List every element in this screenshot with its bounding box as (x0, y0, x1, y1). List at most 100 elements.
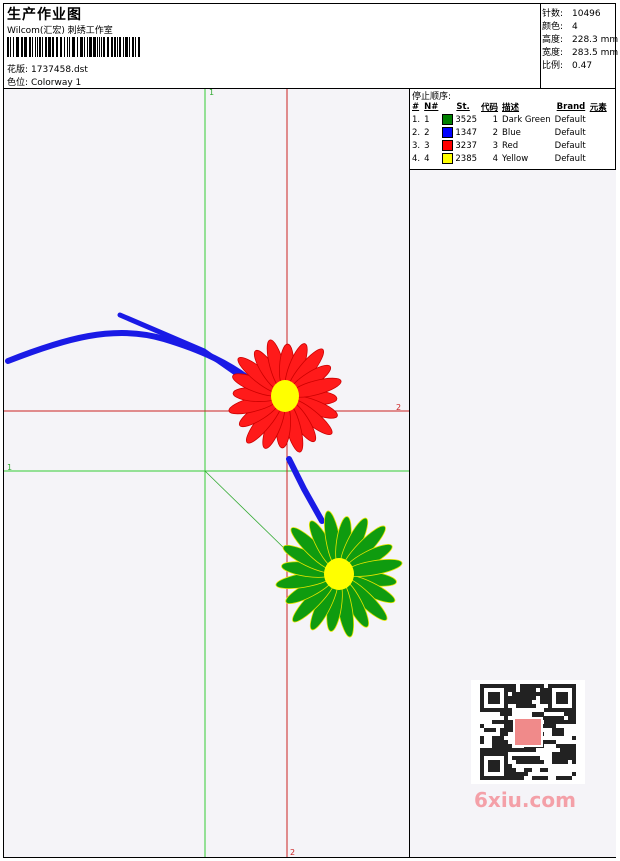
qr-module (520, 776, 524, 780)
row-element (588, 139, 609, 152)
qr-module (564, 752, 568, 756)
qr-module (504, 708, 508, 712)
qr-module (556, 732, 560, 736)
qr-module (504, 764, 508, 768)
qr-module (544, 716, 548, 720)
qr-module (524, 704, 528, 708)
qr-module (556, 692, 560, 696)
qr-module (504, 728, 508, 732)
qr-module (568, 752, 572, 756)
qr-module (488, 776, 492, 780)
qr-module (488, 764, 492, 768)
qr-module (496, 740, 500, 744)
barcode-bar (123, 37, 124, 57)
guide-label-h2: 2 (396, 403, 401, 412)
barcode-bar (37, 37, 38, 57)
row-index: 3. (412, 140, 421, 151)
qr-module (480, 724, 484, 728)
qr-module (548, 740, 552, 744)
qr-module (560, 760, 564, 764)
qr-module (572, 696, 576, 700)
qr-module (524, 748, 528, 752)
qr-module (532, 756, 536, 760)
qr-module (504, 712, 508, 716)
qr-module (520, 700, 524, 704)
stem-lower (286, 456, 325, 524)
qr-module (520, 756, 524, 760)
qr-module (492, 776, 496, 780)
width-value: 283.5 mm (572, 48, 619, 58)
qr-module (524, 696, 528, 700)
qr-module (544, 708, 548, 712)
qr-module (488, 760, 492, 764)
qr-module (504, 696, 508, 700)
qr-module (528, 704, 532, 708)
qr-module (560, 732, 564, 736)
qr-module (512, 700, 516, 704)
qr-module (520, 704, 524, 708)
design-row: 花版: 1737458.dst (7, 62, 88, 75)
qr-module (516, 696, 520, 700)
qr-module (568, 716, 572, 720)
qr-module (500, 684, 504, 688)
qr-module (480, 700, 484, 704)
barcode-bar (13, 37, 14, 57)
qr-module (492, 720, 496, 724)
qr-module (548, 696, 552, 700)
qr-module (484, 776, 488, 780)
qr-module (520, 688, 524, 692)
row-element (588, 113, 609, 126)
qr-module (556, 776, 560, 780)
qr-module (564, 744, 568, 748)
qr-module (540, 692, 544, 696)
qr-module (564, 712, 568, 716)
qr-module (556, 744, 560, 748)
row-brand: Default (554, 140, 586, 151)
qr-module (568, 744, 572, 748)
row-n: 1 (424, 114, 430, 125)
qr-module (568, 720, 572, 724)
qr-module (488, 700, 492, 704)
qr-module (556, 716, 560, 720)
row-n: 2 (424, 127, 430, 138)
qr-module (504, 704, 508, 708)
qr-module (564, 748, 568, 752)
stitch-count: 3237 (455, 141, 478, 151)
qr-module (500, 776, 504, 780)
qr-module (508, 700, 512, 704)
qr-module (560, 708, 564, 712)
width-label: 宽度: (542, 48, 564, 58)
qr-module (544, 776, 548, 780)
barcode-bar (24, 37, 27, 57)
qr-module (532, 776, 536, 780)
barcode-bar (129, 37, 130, 57)
qr-module (516, 704, 520, 708)
qr-module (480, 776, 484, 780)
qr-module (492, 728, 496, 732)
qr-module (568, 712, 572, 716)
color-swatch (442, 114, 454, 125)
stitches-row: 针数: 10496 (542, 6, 601, 19)
qr-module (480, 740, 484, 744)
qr-module (508, 768, 512, 772)
qr-module (500, 744, 504, 748)
qr-module (572, 712, 576, 716)
qr-module (508, 708, 512, 712)
qr-module (548, 700, 552, 704)
stitch-count: 1347 (455, 128, 478, 138)
qr-module (512, 688, 516, 692)
qr-module (568, 708, 572, 712)
qr-module (552, 684, 556, 688)
barcode-bar (103, 37, 105, 57)
qr-module (496, 760, 500, 764)
qr-module (560, 716, 564, 720)
qr-module (492, 740, 496, 744)
stitches-value: 10496 (572, 9, 601, 19)
qr-module (520, 692, 524, 696)
qr-module (492, 692, 496, 696)
qr-module (544, 740, 548, 744)
qr-module (568, 684, 572, 688)
col-n: N# (424, 102, 439, 112)
qr-module (552, 752, 556, 756)
row-desc: Yellow (502, 153, 529, 164)
